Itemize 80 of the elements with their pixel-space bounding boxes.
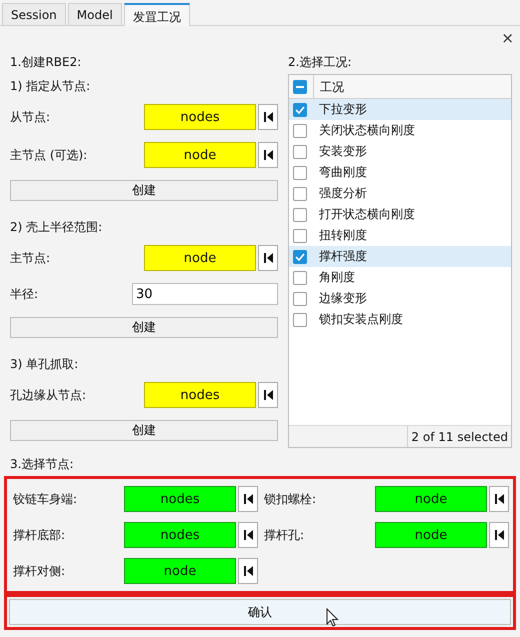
condition-item[interactable]: 下拉变形 <box>313 101 367 118</box>
condition-item[interactable]: 弯曲刚度 <box>313 164 367 181</box>
node-field[interactable]: node <box>375 486 487 512</box>
tab[interactable]: Model <box>68 3 122 25</box>
checkbox[interactable] <box>293 270 307 284</box>
create-button[interactable]: 创建 <box>10 420 278 441</box>
tab[interactable]: 发罝工况 <box>124 3 190 26</box>
first-icon <box>264 390 272 400</box>
group-title: 2) 壳上半径范围: <box>10 219 104 236</box>
field-label: 锁扣螺栓: <box>264 490 318 508</box>
minus-icon <box>296 86 304 88</box>
field-label: 从节点: <box>10 108 52 126</box>
field-label: 撑杆对侧: <box>13 562 66 580</box>
tab[interactable]: Session <box>2 3 66 25</box>
pick-button[interactable] <box>258 142 278 168</box>
pick-button[interactable] <box>489 522 509 548</box>
condition-item[interactable]: 角刚度 <box>313 269 355 286</box>
checkbox[interactable] <box>293 292 307 306</box>
checkbox[interactable] <box>293 124 307 138</box>
condition-item[interactable]: 扭转刚度 <box>313 227 367 244</box>
checkbox[interactable] <box>293 250 307 264</box>
first-icon <box>244 566 252 576</box>
pick-button[interactable] <box>489 486 509 512</box>
condition-item[interactable]: 锁扣安装点刚度 <box>313 311 403 328</box>
pick-button[interactable] <box>258 104 278 130</box>
group-title: 1) 指定从节点: <box>10 78 92 95</box>
checkbox[interactable] <box>293 208 307 222</box>
first-icon <box>264 112 272 122</box>
node-field[interactable]: node <box>144 245 256 271</box>
checkbox[interactable] <box>293 186 307 200</box>
node-field[interactable]: nodes <box>144 382 256 408</box>
close-icon[interactable]: × <box>501 29 514 47</box>
checkbox[interactable] <box>293 312 307 326</box>
create-button[interactable]: 创建 <box>10 180 278 201</box>
cursor-icon <box>326 608 339 627</box>
field-label: 主节点: <box>10 250 52 266</box>
field-label: 主节点 (可选): <box>10 146 88 164</box>
condition-item[interactable]: 强度分析 <box>313 185 367 202</box>
condition-item[interactable]: 关闭状态横向刚度 <box>313 122 415 139</box>
node-field[interactable]: node <box>124 558 236 584</box>
first-icon <box>244 494 252 504</box>
first-icon <box>264 253 272 263</box>
node-field[interactable]: node <box>144 142 256 168</box>
create-button[interactable]: 创建 <box>10 317 278 338</box>
check-icon <box>295 252 305 260</box>
field-label: 撑杆孔: <box>264 526 306 544</box>
condition-item[interactable]: 打开状态横向刚度 <box>313 206 415 223</box>
checkbox[interactable] <box>293 102 307 116</box>
selection-count: 2 of 11 selected <box>407 426 511 447</box>
radius-field[interactable]: 30 <box>132 283 278 305</box>
pick-button[interactable] <box>258 245 278 271</box>
pick-button[interactable] <box>258 382 278 408</box>
first-icon <box>244 530 252 540</box>
condition-item[interactable]: 安装变形 <box>313 143 367 160</box>
pick-button[interactable] <box>238 486 258 512</box>
field-label: 半径: <box>10 286 40 302</box>
node-field[interactable]: nodes <box>124 522 236 548</box>
node-field[interactable]: node <box>375 522 487 548</box>
checkbox[interactable] <box>293 228 307 242</box>
pick-button[interactable] <box>238 558 258 584</box>
section-title: 2.选择工况: <box>288 54 352 71</box>
first-icon <box>494 494 504 504</box>
node-field[interactable]: nodes <box>124 486 236 512</box>
pick-button[interactable] <box>238 522 258 548</box>
node-field[interactable]: nodes <box>144 104 256 130</box>
field-label: 撑杆底部: <box>13 526 66 544</box>
checkbox[interactable] <box>293 144 307 158</box>
confirm-button[interactable]: 确认 <box>9 599 511 625</box>
check-icon <box>295 106 305 114</box>
condition-item[interactable]: 边缘变形 <box>313 290 367 307</box>
condition-item[interactable]: 撑杆强度 <box>313 248 367 265</box>
section-title: 3.选择节点: <box>9 456 74 473</box>
first-icon <box>494 530 504 540</box>
checkbox[interactable] <box>293 166 307 180</box>
partial-checkbox[interactable] <box>293 80 307 94</box>
first-icon <box>264 150 272 160</box>
field-label: 孔边缘从节点: <box>10 386 88 404</box>
group-title: 3) 单孔抓取: <box>10 356 80 373</box>
field-label: 铰链车身端: <box>13 490 78 508</box>
section-title: 1.创建RBE2: <box>10 54 82 71</box>
